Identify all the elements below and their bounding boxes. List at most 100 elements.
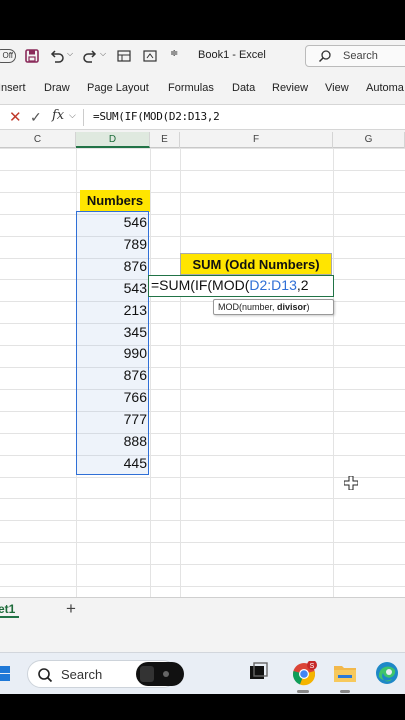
redo-dropdown-icon[interactable]: ⌵ <box>100 49 106 59</box>
svg-text:S: S <box>310 663 315 670</box>
numbers-header-cell[interactable]: Numbers <box>80 190 150 212</box>
row-gridline <box>0 454 405 456</box>
search-label: Search <box>343 50 378 62</box>
undo-icon[interactable] <box>49 48 65 64</box>
taskbar-search[interactable]: Search <box>27 660 184 688</box>
number-cell[interactable]: 990 <box>76 343 147 365</box>
row-gridline <box>0 388 405 390</box>
row-gridline <box>0 564 405 566</box>
windows-start-icon[interactable] <box>0 666 12 682</box>
column-gridline <box>180 148 181 597</box>
formula-prefix: =SUM(IF(MOD( <box>151 277 250 293</box>
file-explorer-icon[interactable] <box>333 661 357 685</box>
tab-draw[interactable]: Draw <box>44 82 70 94</box>
tooltip-end: ) <box>306 302 310 312</box>
column-header-f[interactable]: F <box>180 132 333 148</box>
number-cell[interactable]: 777 <box>76 409 147 431</box>
column-header-e[interactable]: E <box>150 132 180 148</box>
tab-view[interactable]: View <box>325 82 349 94</box>
tab-automate[interactable]: Automa <box>366 82 404 94</box>
row-gridline <box>0 323 405 325</box>
spreadsheet-grid[interactable]: C D E F G Numbers 546 789 876 543 213 345 990 8… <box>0 132 405 609</box>
row-gridline <box>0 301 405 303</box>
form-icon[interactable] <box>116 48 132 64</box>
title-bar: Off ⌵ ⌵ ≑ Book1 - Excel Search <box>0 40 405 72</box>
formula-bar-chevron-icon[interactable]: ⌵ <box>69 110 76 121</box>
formula-suffix: ,2 <box>296 277 309 293</box>
column-gridline <box>333 148 334 597</box>
autosave-toggle[interactable]: Off <box>0 49 16 63</box>
sum-odd-label-cell[interactable]: SUM (Odd Numbers) <box>180 253 332 275</box>
tab-insert[interactable]: Insert <box>0 82 26 94</box>
row-gridline <box>0 520 405 522</box>
column-gridline <box>150 148 151 597</box>
number-cell[interactable]: 766 <box>76 387 147 409</box>
row-gridline <box>0 432 405 434</box>
tab-page-layout[interactable]: Page Layout <box>87 82 149 94</box>
row-gridline <box>0 169 405 171</box>
formula-bar: ✕ ✓ fx ⌵ =SUM(IF(MOD(D2:D13,2 <box>0 104 405 130</box>
save-icon[interactable] <box>24 48 40 64</box>
row-gridline <box>0 410 405 412</box>
formula-input[interactable]: =SUM(IF(MOD(D2:D13,2 <box>93 110 220 123</box>
number-cell[interactable]: 876 <box>76 256 147 278</box>
row-gridline <box>0 586 405 587</box>
row-gridline <box>0 235 405 237</box>
sheet-tab-active[interactable]: et1 <box>0 602 20 618</box>
taskbar: Search S <box>0 652 405 694</box>
column-header-d[interactable]: D <box>76 132 150 148</box>
undo-dropdown-icon[interactable]: ⌵ <box>67 49 73 59</box>
row-gridline <box>0 213 405 215</box>
row-gridline <box>0 191 405 193</box>
row-gridline <box>0 345 405 347</box>
screen: Off ⌵ ⌵ ≑ Book1 - Excel Search Insert Dr… <box>0 40 405 694</box>
active-edit-cell[interactable]: =SUM(IF(MOD(D2:D13,2 <box>148 275 334 297</box>
number-cell[interactable]: 789 <box>76 234 147 256</box>
add-sheet-button[interactable]: + <box>66 599 76 619</box>
enter-icon[interactable]: ✓ <box>30 110 42 125</box>
number-cell[interactable]: 345 <box>76 322 147 344</box>
taskbar-search-label: Search <box>61 667 103 682</box>
number-cell[interactable]: 213 <box>76 300 147 322</box>
chrome-icon[interactable]: S <box>292 661 318 687</box>
search-box[interactable]: Search <box>305 45 405 67</box>
tooltip-argument: divisor <box>277 302 307 312</box>
explorer-running-indicator <box>340 690 350 693</box>
edge-icon[interactable] <box>375 661 399 685</box>
search-icon <box>38 668 53 683</box>
workbook-title: Book1 - Excel <box>198 49 266 61</box>
task-view-icon[interactable] <box>247 661 269 683</box>
tab-data[interactable]: Data <box>232 82 255 94</box>
row-gridline <box>0 148 405 149</box>
row-gridline <box>0 498 405 500</box>
tab-formulas[interactable]: Formulas <box>168 82 214 94</box>
chrome-running-indicator <box>297 690 309 693</box>
cell-cursor-icon <box>344 476 358 490</box>
tooltip-function: MOD(number, <box>218 302 278 312</box>
cell-formula-text: =SUM(IF(MOD(D2:D13,2 <box>151 277 309 293</box>
customize-toolbar-icon[interactable]: ≑ <box>170 48 178 59</box>
number-cell[interactable]: 445 <box>76 453 147 475</box>
function-tooltip[interactable]: MOD(number, divisor) <box>213 299 334 315</box>
column-headers: C D E F G <box>0 132 405 148</box>
number-cell[interactable]: 888 <box>76 431 147 453</box>
row-gridline <box>0 367 405 368</box>
number-cell[interactable]: 876 <box>76 365 147 387</box>
number-cell[interactable]: 543 <box>76 278 147 300</box>
number-cell[interactable]: 546 <box>76 212 147 234</box>
formula-range-ref: D2:D13 <box>249 277 297 293</box>
search-highlight-icon <box>136 662 184 686</box>
window-icon[interactable] <box>142 48 158 64</box>
search-icon <box>318 50 331 63</box>
formula-bar-divider <box>83 109 84 126</box>
column-header-c[interactable]: C <box>0 132 76 148</box>
row-gridline <box>0 542 405 544</box>
tab-review[interactable]: Review <box>272 82 308 94</box>
sheet-tab-bar: et1 + <box>0 597 405 627</box>
column-header-g[interactable]: G <box>333 132 405 148</box>
redo-icon[interactable] <box>82 48 98 64</box>
status-bar <box>0 627 405 652</box>
insert-function-button[interactable]: fx <box>52 108 64 123</box>
ribbon-tabs: Insert Draw Page Layout Formulas Data Re… <box>0 74 405 102</box>
cancel-icon[interactable]: ✕ <box>9 110 22 125</box>
